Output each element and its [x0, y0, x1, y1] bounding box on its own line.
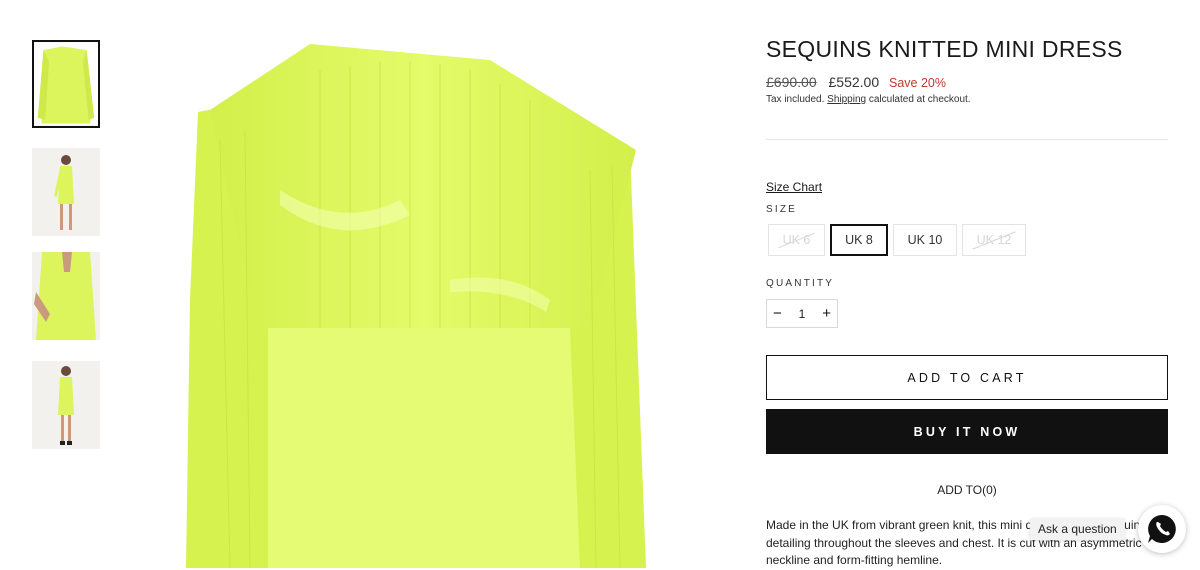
quantity-increase-button[interactable]: +: [822, 305, 831, 322]
model-back-thumbnail-image: [32, 252, 100, 340]
shipping-link[interactable]: Shipping: [827, 94, 866, 105]
ask-question-button[interactable]: Ask a question: [1030, 518, 1125, 540]
save-badge: Save 20%: [889, 76, 946, 90]
tax-prefix: Tax included.: [766, 94, 828, 105]
tax-note: Tax included. Shipping calculated at che…: [766, 94, 971, 105]
wishlist-count: (0): [982, 483, 997, 497]
size-option-uk10[interactable]: UK 10: [893, 224, 957, 256]
add-to-label: ADD TO: [937, 483, 983, 497]
size-label: SIZE: [766, 204, 798, 215]
size-option-uk6[interactable]: UK 6: [768, 224, 825, 256]
sale-price: £552.00: [828, 74, 880, 90]
thumbnail-1[interactable]: [32, 40, 100, 128]
thumbnail-2[interactable]: [32, 148, 100, 236]
quantity-decrease-button[interactable]: −: [773, 305, 782, 322]
model-side-thumbnail-image: [32, 361, 100, 449]
thumbnail-3[interactable]: [32, 252, 100, 340]
size-option-uk8[interactable]: UK 8: [830, 224, 888, 256]
add-to-cart-button[interactable]: ADD TO CART: [766, 355, 1168, 400]
quantity-value[interactable]: 1: [799, 307, 806, 321]
price-row: £690.00 £552.00 Save 20%: [766, 74, 946, 90]
add-to-wishlist-button[interactable]: ADD TO(0): [766, 483, 1168, 497]
dress-image: [186, 44, 646, 568]
model-front-thumbnail-image: [32, 148, 100, 236]
thumbnail-4[interactable]: [32, 361, 100, 449]
product-title: SEQUINS KNITTED MINI DRESS: [766, 36, 1123, 62]
tax-suffix: calculated at checkout.: [866, 94, 971, 105]
original-price: £690.00: [766, 74, 817, 90]
size-chart-link[interactable]: Size Chart: [766, 180, 822, 194]
whatsapp-chat-button[interactable]: [1138, 505, 1186, 553]
divider: [766, 139, 1168, 140]
quantity-label: QUANTITY: [766, 278, 835, 289]
dress-thumbnail-image: [34, 42, 98, 126]
quantity-stepper: − 1 +: [766, 299, 838, 328]
size-option-uk12[interactable]: UK 12: [962, 224, 1026, 256]
buy-it-now-button[interactable]: BUY IT NOW: [766, 409, 1168, 454]
main-product-image[interactable]: [150, 0, 710, 568]
whatsapp-icon: [1148, 515, 1176, 543]
